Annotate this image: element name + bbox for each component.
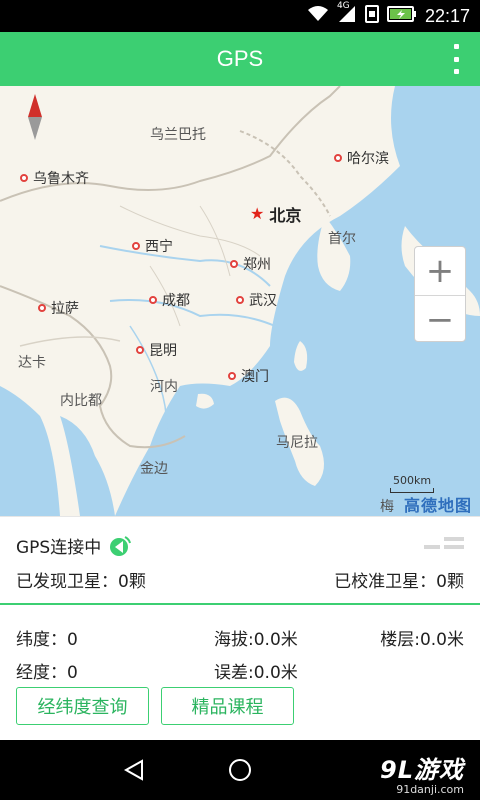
button-row: 经纬度查询 精品课程 bbox=[16, 687, 294, 725]
city-label: 澳门 bbox=[241, 369, 269, 385]
altitude-value: 海拔:0.0米 bbox=[214, 630, 298, 650]
satellites-calibrated-label: 已校准卫星： bbox=[334, 572, 437, 592]
back-icon[interactable] bbox=[122, 758, 146, 782]
satellite-icon bbox=[110, 535, 132, 556]
satellites-calibrated-value: 0颗 bbox=[436, 572, 464, 592]
app-title: GPS bbox=[216, 46, 264, 71]
coord-query-button[interactable]: 经纬度查询 bbox=[16, 687, 149, 725]
satellites-calibrated: 已校准卫星：0颗 bbox=[334, 567, 464, 592]
latitude-value: 纬度：0 bbox=[16, 630, 78, 650]
map-label: 乌兰巴托 bbox=[150, 127, 206, 143]
collapse-icon[interactable] bbox=[424, 537, 464, 549]
zoom-out-button[interactable]: − bbox=[415, 295, 465, 343]
satellites-found: 已发现卫星：0颗 bbox=[16, 567, 146, 592]
city-marker[interactable]: 拉萨 bbox=[38, 298, 79, 318]
satellite-row: 已发现卫星：0颗 已校准卫星：0颗 bbox=[16, 567, 464, 592]
city-marker[interactable]: 昆明 bbox=[136, 340, 177, 360]
map-scale: 500km bbox=[390, 474, 434, 493]
city-dot-icon bbox=[20, 174, 28, 182]
watermark: 9L游戏 91danji.com bbox=[380, 750, 464, 796]
compass-icon[interactable] bbox=[26, 94, 44, 140]
city-label: 郑州 bbox=[243, 257, 271, 273]
map-label: 内比都 bbox=[60, 393, 102, 409]
signal-icon: 4G bbox=[337, 1, 357, 27]
city-marker[interactable]: 哈尔滨 bbox=[334, 148, 389, 168]
city-dot-icon bbox=[230, 260, 238, 268]
map-label: 金边 bbox=[140, 461, 168, 477]
city-dot-icon bbox=[149, 296, 157, 304]
city-marker[interactable]: 乌鲁木齐 bbox=[20, 168, 89, 188]
city-marker[interactable]: ★ 北京 bbox=[250, 202, 301, 226]
watermark-main: 9L游戏 bbox=[380, 756, 464, 784]
city-label: 哈尔滨 bbox=[347, 151, 389, 167]
action-bar: GPS bbox=[0, 32, 480, 86]
gps-status-row: GPS连接中 bbox=[16, 533, 132, 558]
city-label: 武汉 bbox=[249, 293, 277, 309]
city-label: 成都 bbox=[162, 293, 190, 309]
city-dot-icon bbox=[228, 372, 236, 380]
satellites-found-value: 0颗 bbox=[118, 572, 146, 592]
map-label: 河内 bbox=[150, 379, 178, 395]
city-marker[interactable]: 成都 bbox=[149, 290, 190, 310]
map-label: 首尔 bbox=[328, 231, 356, 247]
capital-star-icon: ★ bbox=[250, 204, 265, 223]
city-label: 西宁 bbox=[145, 239, 173, 255]
city-marker[interactable]: 西宁 bbox=[132, 236, 173, 256]
city-label: 拉萨 bbox=[51, 301, 79, 317]
scale-label: 500km bbox=[392, 474, 432, 487]
city-dot-icon bbox=[38, 304, 46, 312]
city-label: 北京 bbox=[269, 206, 302, 225]
wifi-icon bbox=[307, 5, 329, 27]
courses-button[interactable]: 精品课程 bbox=[161, 687, 294, 725]
satellites-found-label: 已发现卫星： bbox=[16, 572, 118, 592]
map-label: 马尼拉 bbox=[276, 435, 318, 451]
zoom-in-button[interactable]: + bbox=[415, 247, 465, 295]
city-marker[interactable]: 郑州 bbox=[230, 254, 271, 274]
network-type-label: 4G bbox=[336, 1, 350, 11]
coordinate-grid: 纬度：0 海拔:0.0米 楼层:0.0米 经度：0 误差:0.0米 bbox=[16, 621, 464, 687]
city-marker[interactable]: 澳门 bbox=[228, 366, 269, 386]
city-marker[interactable]: 武汉 bbox=[236, 290, 277, 310]
navigation-bar: 9L游戏 91danji.com bbox=[0, 740, 480, 800]
sim-icon bbox=[364, 5, 379, 27]
battery-charging-icon bbox=[386, 6, 417, 26]
floor-value: 楼层:0.0米 bbox=[380, 630, 464, 650]
clock: 22:17 bbox=[424, 5, 470, 26]
divider bbox=[0, 603, 480, 605]
city-label: 昆明 bbox=[149, 343, 177, 359]
city-dot-icon bbox=[236, 296, 244, 304]
longitude-value: 经度：0 bbox=[16, 663, 78, 683]
info-panel: GPS连接中 已发现卫星：0颗 已校准卫星：0颗 纬度：0 海拔:0.0米 楼层… bbox=[0, 516, 480, 740]
gps-status-text: GPS连接中 bbox=[16, 538, 102, 558]
city-dot-icon bbox=[136, 346, 144, 354]
city-dot-icon bbox=[132, 242, 140, 250]
city-label: 乌鲁木齐 bbox=[33, 171, 89, 187]
error-value: 误差:0.0米 bbox=[214, 663, 298, 683]
status-bar: 4G 22:17 bbox=[0, 0, 480, 32]
zoom-control: + − bbox=[414, 246, 466, 342]
map-logo: 高德地图 bbox=[403, 496, 472, 515]
map-view[interactable]: 乌兰巴托 首尔 东京 达卡 内比都 河内 马尼拉 金边 梅 乌鲁木齐 哈尔滨 ★… bbox=[0, 86, 480, 516]
map-label: 梅 bbox=[380, 499, 394, 515]
city-dot-icon bbox=[334, 154, 342, 162]
map-label: 达卡 bbox=[18, 355, 46, 371]
home-icon[interactable] bbox=[228, 758, 252, 782]
more-vertical-icon[interactable] bbox=[450, 44, 462, 74]
